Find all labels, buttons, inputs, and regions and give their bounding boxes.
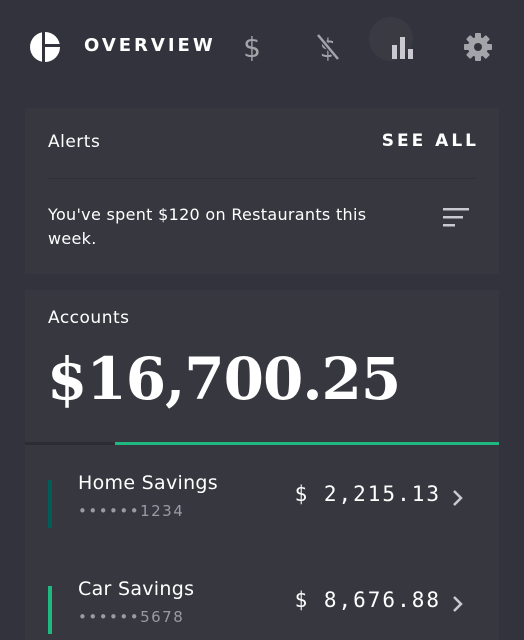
overview-pie-icon[interactable] [29, 31, 61, 63]
accounts-title: Accounts [48, 308, 130, 328]
tab-bills[interactable]: $ [304, 23, 352, 71]
alerts-title: Alerts [48, 132, 101, 152]
app-root: OVERVIEW $ $ [0, 0, 524, 640]
accounts-progress-bar [25, 442, 499, 445]
accounts-card: Accounts $16,700.25 Home Savings ••••••1… [25, 290, 499, 640]
chevron-right-icon [453, 596, 463, 612]
account-color-bar [48, 480, 52, 528]
top-navigation: OVERVIEW $ $ [0, 0, 524, 92]
account-number: ••••••5678 [78, 608, 185, 626]
no-dollar-icon: $ [316, 33, 340, 63]
account-amount: $ 2,215.13 [294, 482, 441, 506]
tab-accounts[interactable]: $ [228, 23, 276, 71]
tab-budgets[interactable] [379, 23, 427, 71]
see-all-button[interactable]: SEE ALL [382, 131, 479, 151]
sort-menu-icon[interactable] [443, 206, 471, 228]
dollar-icon: $ [243, 30, 261, 64]
account-row-car-savings[interactable]: Car Savings ••••••5678 $ 8,676.88 [25, 578, 499, 640]
gear-icon [464, 33, 492, 61]
account-name: Home Savings [78, 472, 218, 494]
tab-settings[interactable] [454, 23, 502, 71]
account-number: ••••••1234 [78, 502, 185, 520]
alerts-divider [48, 178, 476, 179]
account-name: Car Savings [78, 578, 195, 600]
account-row-home-savings[interactable]: Home Savings ••••••1234 $ 2,215.13 [25, 472, 499, 536]
alerts-card: Alerts SEE ALL You've spent $120 on Rest… [25, 108, 499, 274]
account-color-bar [48, 586, 52, 634]
accounts-progress-fill [115, 442, 499, 445]
nav-title[interactable]: OVERVIEW [84, 35, 216, 56]
bar-chart-icon [392, 37, 413, 59]
chevron-right-icon [453, 490, 463, 506]
accounts-total: $16,700.25 [47, 345, 401, 413]
alert-message: You've spent $120 on Restaurants this we… [48, 205, 367, 248]
account-amount: $ 8,676.88 [294, 588, 441, 612]
